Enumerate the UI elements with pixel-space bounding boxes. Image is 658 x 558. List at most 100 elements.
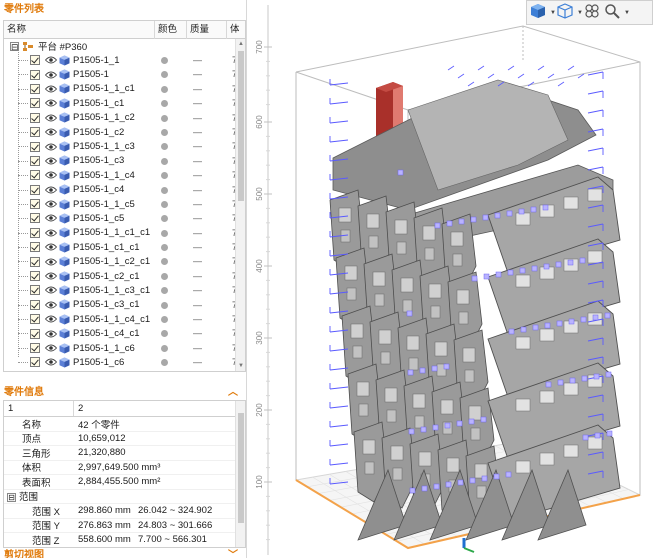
parts-stack[interactable]	[329, 79, 621, 541]
part-row[interactable]: P1505-1_c2—7	[4, 125, 245, 139]
part-color-swatch[interactable]	[161, 114, 168, 122]
visibility-checkbox[interactable]	[30, 98, 40, 109]
group-view-button[interactable]	[584, 3, 604, 23]
part-color-swatch[interactable]	[161, 272, 168, 280]
visibility-checkbox[interactable]	[30, 199, 40, 210]
eye-icon[interactable]	[44, 99, 58, 107]
eye-icon[interactable]	[44, 301, 58, 309]
part-color-swatch[interactable]	[161, 244, 168, 252]
column-mass[interactable]: 质量	[187, 21, 227, 39]
eye-icon[interactable]	[44, 229, 58, 237]
part-color-swatch[interactable]	[161, 100, 168, 108]
3d-viewport[interactable]: 700 600 500 400 300 200 100 ▼ ▼ ▼	[248, 0, 658, 558]
visibility-checkbox[interactable]	[30, 285, 40, 296]
eye-icon[interactable]	[44, 243, 58, 251]
part-row[interactable]: P1505-1_1_c6—7	[4, 341, 245, 355]
visibility-checkbox[interactable]	[30, 112, 40, 123]
scroll-down-icon[interactable]: ▼	[236, 361, 245, 371]
eye-icon[interactable]	[44, 214, 58, 222]
visibility-checkbox[interactable]	[30, 184, 40, 195]
visibility-checkbox[interactable]	[30, 227, 40, 238]
part-row[interactable]: P1505-1_1_c5—7	[4, 197, 245, 211]
part-row[interactable]: P1505-1_1_c1—7	[4, 82, 245, 96]
part-row[interactable]: P1505-1—7	[4, 67, 245, 81]
visibility-checkbox[interactable]	[30, 141, 40, 152]
eye-icon[interactable]	[44, 128, 58, 136]
eye-icon[interactable]	[44, 171, 58, 179]
part-color-swatch[interactable]	[161, 71, 168, 79]
eye-icon[interactable]	[44, 258, 58, 266]
wire-view-button[interactable]	[557, 2, 577, 23]
visibility-checkbox[interactable]	[30, 170, 40, 181]
3d-scene[interactable]: 700 600 500 400 300 200 100	[248, 0, 658, 558]
visibility-checkbox[interactable]	[30, 256, 40, 267]
collapse-toggle[interactable]: ⊟	[10, 41, 19, 51]
eye-icon[interactable]	[44, 71, 58, 79]
part-color-swatch[interactable]	[161, 143, 168, 151]
eye-icon[interactable]	[44, 114, 58, 122]
part-row[interactable]: P1505-1_c1_c1—7	[4, 240, 245, 254]
visibility-checkbox[interactable]	[30, 83, 40, 94]
part-row[interactable]: P1505-1_1—7	[4, 53, 245, 67]
visibility-checkbox[interactable]	[30, 155, 40, 166]
eye-icon[interactable]	[44, 186, 58, 194]
range-group-row[interactable]: ⊟ 范围	[4, 490, 245, 504]
part-color-swatch[interactable]	[161, 316, 168, 324]
part-row[interactable]: P1505-1_1_c1_c1—7	[4, 226, 245, 240]
part-row[interactable]: P1505-1_1_c2—7	[4, 111, 245, 125]
part-row[interactable]: P1505-1_1_c2_c1—7	[4, 254, 245, 268]
eye-icon[interactable]	[44, 344, 58, 352]
part-color-swatch[interactable]	[161, 200, 168, 208]
collapse-down-icon[interactable]: ﹀	[228, 548, 238, 558]
tree-root-platform[interactable]: ⊟ 平台 #P360	[4, 39, 245, 53]
part-color-swatch[interactable]	[161, 301, 168, 309]
part-color-swatch[interactable]	[161, 157, 168, 165]
eye-icon[interactable]	[44, 272, 58, 280]
part-color-swatch[interactable]	[161, 128, 168, 136]
part-row[interactable]: P1505-1_c3_c1—7	[4, 298, 245, 312]
column-color[interactable]: 颜色	[155, 21, 187, 39]
part-color-swatch[interactable]	[161, 287, 168, 295]
part-row[interactable]: P1505-1_1_c4_c1—7	[4, 312, 245, 326]
part-color-swatch[interactable]	[161, 57, 168, 64]
visibility-checkbox[interactable]	[30, 299, 40, 310]
eye-icon[interactable]	[44, 358, 58, 366]
part-row[interactable]: P1505-1_c4—7	[4, 183, 245, 197]
eye-icon[interactable]	[44, 200, 58, 208]
part-row[interactable]: P1505-1_c3—7	[4, 154, 245, 168]
part-row[interactable]: P1505-1_1_c3_c1—7	[4, 283, 245, 297]
eye-icon[interactable]	[44, 315, 58, 323]
zoom-button[interactable]	[604, 3, 624, 23]
part-color-swatch[interactable]	[161, 215, 168, 223]
range-collapse-toggle[interactable]: ⊟	[7, 493, 16, 503]
part-color-swatch[interactable]	[161, 85, 168, 93]
part-row[interactable]: P1505-1_c2_c1—7	[4, 269, 245, 283]
part-color-swatch[interactable]	[161, 229, 168, 237]
info-scroll-thumb[interactable]	[238, 413, 244, 523]
part-row[interactable]: P1505-1_c6—7	[4, 355, 245, 369]
part-row[interactable]: P1505-1_1_c4—7	[4, 168, 245, 182]
eye-icon[interactable]	[44, 286, 58, 294]
part-row[interactable]: P1505-1_c4_c1—7	[4, 326, 245, 340]
eye-icon[interactable]	[44, 85, 58, 93]
column-name[interactable]: 名称	[4, 21, 155, 39]
eye-icon[interactable]	[44, 157, 58, 165]
part-color-swatch[interactable]	[161, 330, 168, 338]
part-row[interactable]: P1505-1_1_c3—7	[4, 139, 245, 153]
scroll-up-icon[interactable]: ▲	[236, 39, 245, 49]
visibility-checkbox[interactable]	[30, 127, 40, 138]
part-color-swatch[interactable]	[161, 359, 168, 367]
column-volume[interactable]: 体	[227, 21, 239, 39]
visibility-checkbox[interactable]	[30, 271, 40, 282]
visibility-checkbox[interactable]	[30, 314, 40, 325]
part-color-swatch[interactable]	[161, 344, 168, 352]
visibility-checkbox[interactable]	[30, 69, 40, 80]
solid-view-button[interactable]	[530, 3, 550, 23]
visibility-checkbox[interactable]	[30, 55, 40, 66]
part-color-swatch[interactable]	[161, 258, 168, 266]
visibility-checkbox[interactable]	[30, 343, 40, 353]
visibility-checkbox[interactable]	[30, 357, 40, 368]
part-row[interactable]: P1505-1_c5—7	[4, 211, 245, 225]
visibility-checkbox[interactable]	[30, 328, 40, 339]
zoom-dropdown-icon[interactable]: ▼	[624, 3, 631, 23]
